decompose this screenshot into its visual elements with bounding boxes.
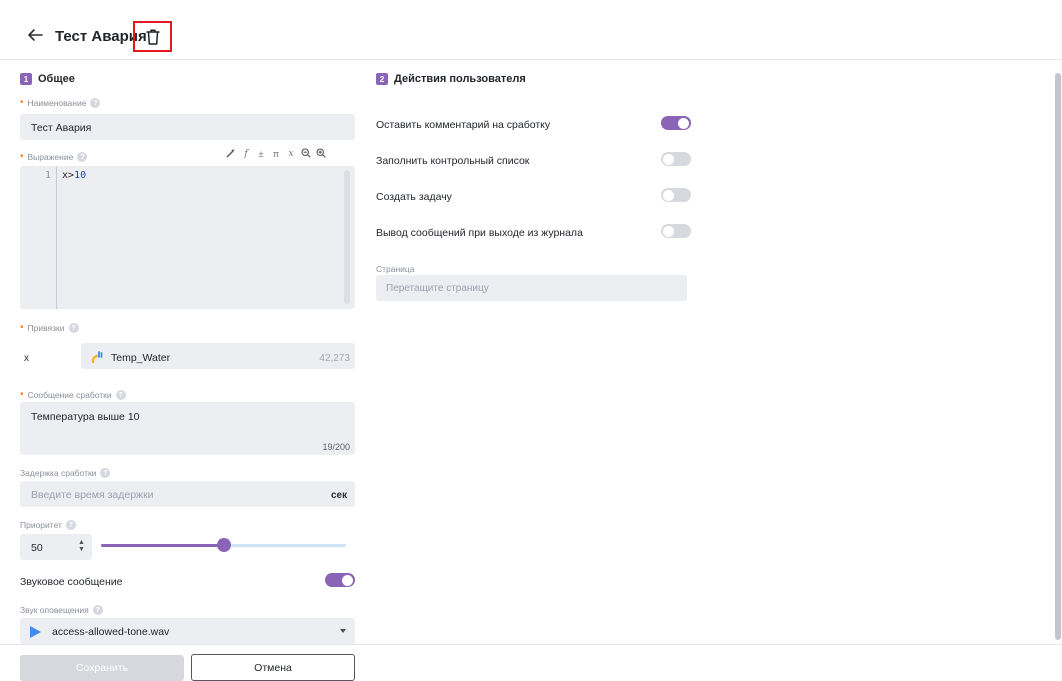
toggle-label-comment: Оставить комментарий на сработку — [376, 119, 551, 131]
sound-select-value: access-allowed-tone.wav — [52, 626, 170, 638]
priority-slider[interactable] — [101, 538, 346, 552]
magic-wand-icon[interactable] — [226, 148, 236, 160]
message-label: • Сообщение сработки ? — [20, 390, 126, 400]
sound-label: Звук оповещения ? — [20, 605, 103, 615]
sound-message-label: Звуковое сообщение — [20, 576, 123, 588]
section-number-badge: 2 — [376, 73, 388, 85]
comment-toggle[interactable] — [661, 116, 691, 130]
required-marker: • — [20, 151, 24, 162]
toggle-label-checklist: Заполнить контрольный список — [376, 155, 530, 167]
toggle-knob — [342, 574, 353, 586]
page-label: Страница — [376, 264, 415, 274]
variable-icon[interactable]: x — [286, 149, 296, 159]
name-label: • Наименование ? — [20, 97, 101, 108]
section-general-heading: 1 Общее — [20, 73, 75, 85]
plus-minus-icon[interactable]: ± — [256, 149, 266, 159]
binding-tag-value: 42,273 — [319, 353, 350, 364]
code-line: x>10 — [62, 170, 86, 181]
name-input-value: Тест Авария — [31, 122, 92, 134]
message-label-text: Сообщение сработки — [27, 390, 112, 400]
function-icon[interactable]: f — [241, 149, 251, 159]
delay-label: Задержка сработки ? — [20, 468, 111, 478]
page-scrollbar[interactable] — [1055, 73, 1061, 640]
delay-label-text: Задержка сработки — [20, 468, 97, 478]
back-arrow-icon[interactable] — [25, 25, 45, 45]
help-icon[interactable]: ? — [77, 152, 88, 162]
page-label-text: Страница — [376, 264, 415, 274]
toggle-knob — [663, 153, 674, 165]
page-drop-placeholder: Перетащите страницу — [386, 283, 489, 294]
expression-label-text: Выражение — [27, 152, 74, 162]
page-header: Тест Авария — [0, 0, 1062, 60]
zoom-in-icon[interactable] — [316, 148, 326, 160]
toggle-label-exit-messages: Вывод сообщений при выходе из журнала — [376, 227, 583, 239]
bindings-label-text: Привязки — [27, 323, 65, 333]
required-marker: • — [20, 322, 24, 333]
expression-editor[interactable]: 1 x>10 — [20, 166, 355, 309]
sound-message-toggle[interactable] — [325, 573, 355, 587]
help-icon[interactable]: ? — [115, 390, 126, 400]
toggle-knob — [678, 117, 689, 129]
priority-slider-fill — [101, 544, 224, 547]
stepper-arrows-icon[interactable]: ▲ ▼ — [78, 539, 85, 553]
section-title: Действия пользователя — [394, 73, 526, 85]
name-input[interactable]: Тест Авария — [20, 114, 355, 140]
priority-value: 50 — [31, 542, 43, 554]
editor-gutter: 1 — [20, 166, 57, 309]
help-icon[interactable]: ? — [68, 323, 79, 333]
exit-messages-toggle[interactable] — [661, 224, 691, 238]
required-marker: • — [20, 97, 24, 108]
expression-toolbar: f ± π x — [226, 148, 326, 160]
save-button[interactable]: Сохранить — [20, 655, 184, 681]
help-icon[interactable]: ? — [92, 605, 103, 615]
line-number: 1 — [44, 170, 51, 181]
binding-tag-name: Temp_Water — [111, 352, 171, 364]
caret-down-icon — [340, 629, 346, 633]
section-title: Общее — [38, 73, 75, 85]
tag-icon — [91, 350, 105, 364]
delay-placeholder: Введите время задержки — [31, 489, 154, 501]
help-icon[interactable]: ? — [65, 520, 76, 530]
toggle-label-task: Создать задачу — [376, 191, 452, 203]
sound-select[interactable]: access-allowed-tone.wav — [20, 618, 355, 644]
message-char-counter: 19/200 — [322, 442, 350, 452]
message-textarea[interactable]: Температура выше 10 — [20, 402, 355, 455]
priority-label-text: Приоритет — [20, 520, 62, 530]
create-task-toggle[interactable] — [661, 188, 691, 202]
page-drop-field[interactable]: Перетащите страницу — [376, 275, 687, 301]
bindings-label: • Привязки ? — [20, 323, 79, 333]
delay-input[interactable]: Введите время задержки — [20, 481, 355, 507]
delay-unit: сек — [331, 490, 348, 501]
section-actions-heading: 2 Действия пользователя — [376, 73, 526, 85]
required-marker: • — [20, 389, 24, 400]
help-icon[interactable]: ? — [100, 468, 111, 478]
code-number: 10 — [74, 170, 87, 181]
help-icon[interactable]: ? — [90, 98, 101, 108]
priority-stepper[interactable]: 50 ▲ ▼ — [20, 534, 92, 560]
trash-icon — [145, 28, 160, 45]
pi-icon[interactable]: π — [271, 149, 281, 159]
priority-label: Приоритет ? — [20, 520, 76, 530]
editor-scrollbar[interactable] — [344, 170, 350, 304]
toggle-knob — [663, 225, 674, 237]
message-value: Температура выше 10 — [31, 411, 140, 423]
name-label-text: Наименование — [27, 98, 87, 108]
cancel-button[interactable]: Отмена — [191, 654, 355, 681]
expression-label: • Выражение ? — [20, 151, 88, 162]
zoom-out-icon[interactable] — [301, 148, 311, 160]
toggle-knob — [663, 189, 674, 201]
delete-button[interactable] — [133, 21, 172, 52]
priority-slider-thumb[interactable] — [216, 538, 231, 552]
checklist-toggle[interactable] — [661, 152, 691, 166]
play-icon[interactable] — [30, 626, 41, 638]
section-number-badge: 1 — [20, 73, 32, 85]
binding-variable: x — [24, 353, 29, 364]
sound-label-text: Звук оповещения — [20, 605, 89, 615]
